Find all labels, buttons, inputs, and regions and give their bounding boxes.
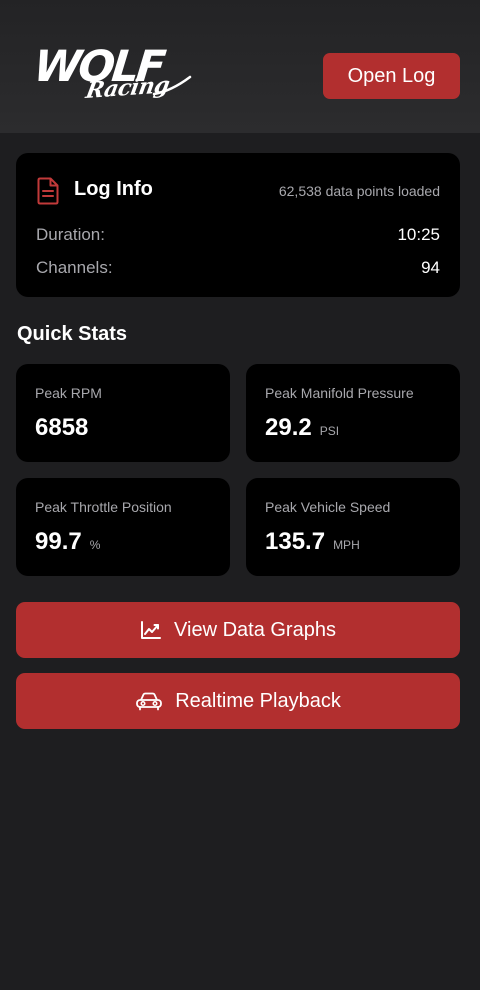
channels-value: 94 (421, 258, 440, 277)
logo-swash-icon (152, 75, 192, 96)
document-icon (37, 177, 59, 205)
stat-label: Peak Vehicle Speed (265, 499, 391, 515)
view-data-graphs-label: View Data Graphs (174, 618, 336, 641)
stat-value: 29.2 PSI (265, 414, 340, 441)
stat-card-peak-vehicle-speed: Peak Vehicle Speed 135.7 MPH (246, 478, 460, 576)
quick-stats-title: Quick Stats (17, 323, 128, 345)
stat-value: 6858 (35, 414, 89, 441)
stat-value: 99.7% (35, 528, 101, 555)
stat-label: Peak RPM (35, 385, 102, 401)
stat-label: Peak Throttle Position (35, 499, 172, 515)
channels-label: Channels: (36, 258, 113, 277)
stat-value: 135.7 MPH (265, 528, 360, 555)
realtime-playback-button[interactable]: Realtime Playback (16, 673, 460, 729)
duration-label: Duration: (36, 225, 105, 244)
duration-value: 10:25 (397, 225, 440, 244)
stat-unit: PSI (319, 424, 340, 438)
stat-card-peak-rpm: Peak RPM 6858 (16, 364, 230, 462)
chart-line-icon (141, 621, 162, 639)
stat-label: Peak Manifold Pressure (265, 385, 414, 401)
stat-unit: % (89, 538, 101, 552)
wolf-racing-logo: WOLF Racing (31, 42, 194, 106)
open-log-button[interactable]: Open Log (323, 53, 460, 99)
realtime-playback-label: Realtime Playback (175, 689, 341, 712)
app-header: WOLF Racing Open Log (0, 0, 480, 133)
log-info-card: Log Info 62,538 data points loaded Durat… (16, 153, 460, 297)
stat-card-peak-throttle-position: Peak Throttle Position 99.7% (16, 478, 230, 576)
data-points-count: 62,538 data points loaded (278, 183, 440, 199)
stat-card-peak-manifold-pressure: Peak Manifold Pressure 29.2 PSI (246, 364, 460, 462)
car-icon (136, 692, 163, 711)
view-data-graphs-button[interactable]: View Data Graphs (16, 602, 460, 658)
log-info-title: Log Info (74, 178, 153, 200)
stat-unit: MPH (333, 538, 360, 552)
